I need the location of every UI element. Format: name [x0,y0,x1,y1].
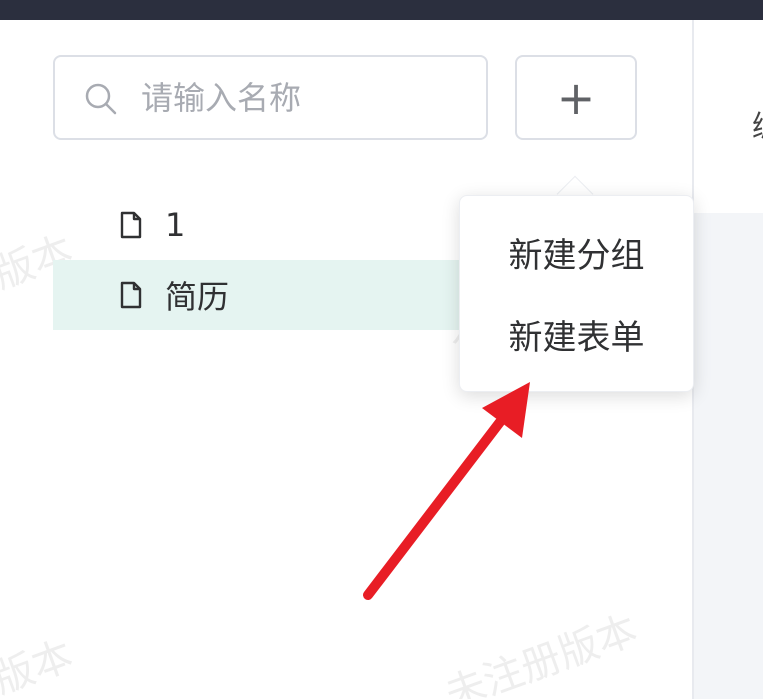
plus-icon: + [556,70,596,125]
main-area: 编 [694,20,763,699]
add-button[interactable]: + [515,55,637,140]
menu-item-new-group[interactable]: 新建分组 [460,218,693,286]
tree-item-label: 1 [165,206,186,244]
search-box[interactable] [53,55,488,140]
search-icon [85,83,117,115]
tree-item-label: 简历 [165,278,230,316]
main-body [694,213,763,699]
search-input[interactable] [141,57,471,138]
file-icon [120,281,142,309]
menu-item-new-form[interactable]: 新建表单 [460,300,693,368]
file-icon [120,211,142,239]
main-title-fragment: 编 [752,102,763,146]
top-bar [0,0,763,20]
annotation-arrow-icon [363,382,530,600]
